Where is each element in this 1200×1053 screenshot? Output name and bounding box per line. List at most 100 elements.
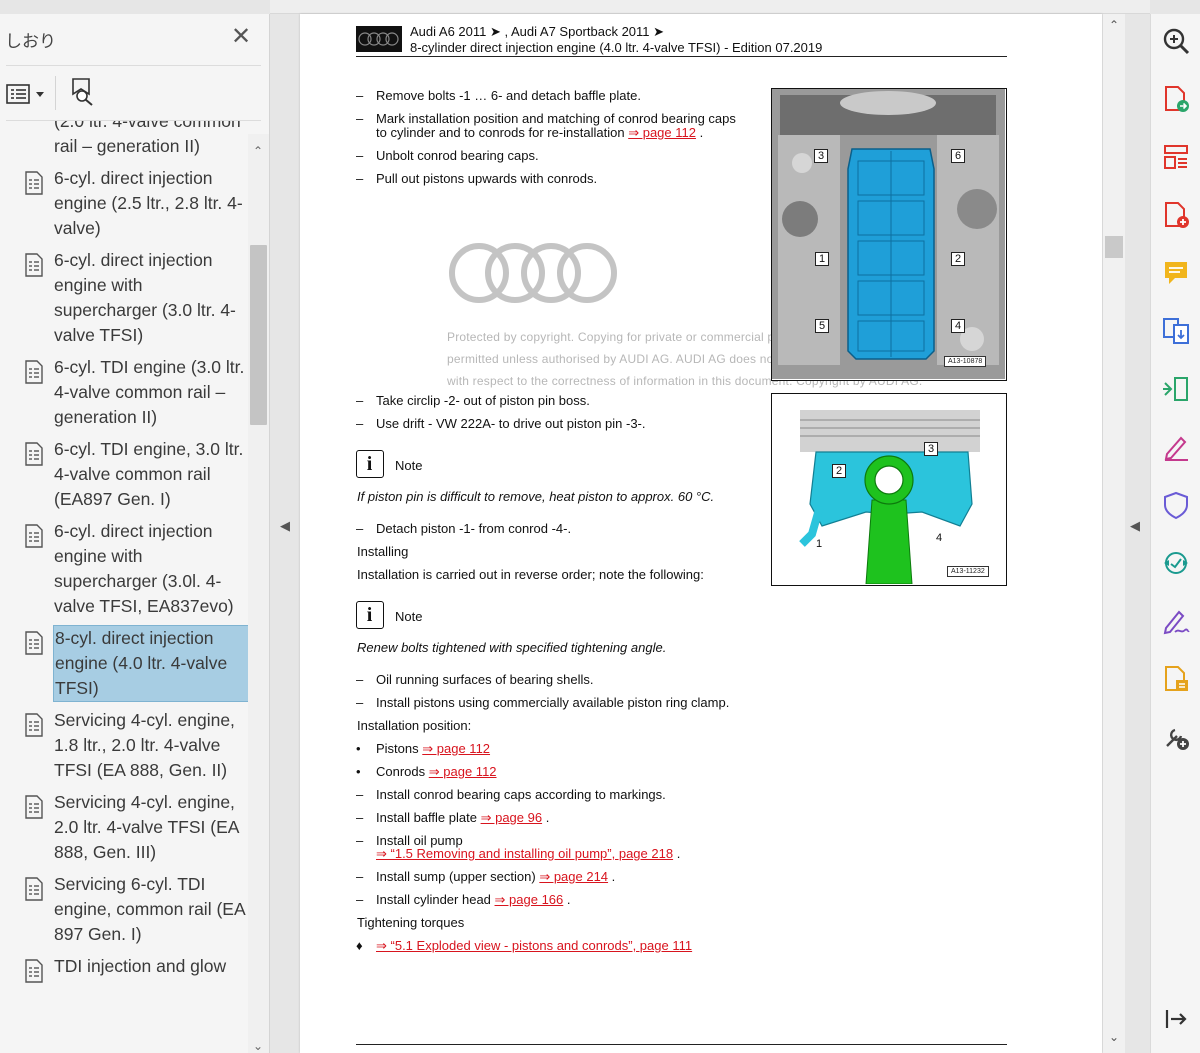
close-icon[interactable]: ✕ xyxy=(230,25,252,49)
bullet-line: • Conrods ⇒ page 112 xyxy=(356,764,497,779)
figure-callout: 3 xyxy=(924,442,938,456)
export-pdf-icon[interactable] xyxy=(1161,84,1191,114)
create-pdf-icon[interactable] xyxy=(1161,200,1191,230)
bookmark-item[interactable]: Servicing 4-cyl. engine, 1.8 ltr., 2.0 l… xyxy=(0,704,248,786)
bookmark-label: 6-cyl. direct injection engine with supe… xyxy=(54,521,234,616)
bookmark-item[interactable]: 6-cyl. direct injection engine with supe… xyxy=(0,515,248,622)
bookmark-page-icon xyxy=(24,253,44,277)
bookmark-item[interactable]: 6-cyl. TDI engine, 3.0 ltr. 4-valve comm… xyxy=(0,433,248,515)
scrollbar-thumb[interactable] xyxy=(250,245,267,425)
section-link[interactable]: ⇒ “5.1 Exploded view - pistons and conro… xyxy=(376,938,692,953)
audi-rings-icon xyxy=(358,32,399,46)
bookmarks-title: しおり xyxy=(5,32,56,51)
combine-files-icon[interactable] xyxy=(1161,316,1191,346)
compress-icon[interactable] xyxy=(1161,374,1191,404)
audi-logo xyxy=(356,26,402,52)
figure-callout: 3 xyxy=(814,149,828,163)
bookmark-page-icon xyxy=(24,795,44,819)
toolbar-strip xyxy=(270,0,1150,14)
step-line: – Install cylinder head ⇒ page 166 . xyxy=(356,892,571,907)
collapse-right-panel-icon[interactable]: ◀ xyxy=(1130,518,1140,534)
section-link[interactable]: ⇒ “1.5 Removing and installing oil pump”… xyxy=(376,846,673,861)
collapse-left-panel-icon[interactable]: ◀ xyxy=(280,518,290,534)
bookmark-item[interactable]: Servicing 4-cyl. engine, 2.0 ltr. 4-valv… xyxy=(0,786,248,868)
tools-rail xyxy=(1150,14,1200,1053)
page-link[interactable]: ⇒ page 112 xyxy=(628,125,696,140)
bookmark-label: 6-cyl. TDI engine, 3.0 ltr. 4-valve comm… xyxy=(54,439,244,509)
baffle-plate-figure: 3 6 1 2 5 4 A13-10878 xyxy=(771,88,1007,381)
bookmark-item[interactable]: 4-cylinder TDI engine (2.0 ltr. 4-valve … xyxy=(0,121,248,162)
divider xyxy=(6,65,261,66)
page-link[interactable]: ⇒ page 112 xyxy=(429,764,497,779)
page-link[interactable]: ⇒ page 214 xyxy=(539,869,608,884)
info-note-icon: i xyxy=(356,450,384,478)
scroll-down-icon[interactable]: ⌄ xyxy=(1109,1030,1119,1044)
bookmark-item[interactable]: TDI injection and glow xyxy=(0,950,248,983)
list-options-icon xyxy=(6,84,44,104)
figure-callout: 1 xyxy=(815,252,829,266)
footer-rule xyxy=(356,1044,1007,1045)
zoom-icon[interactable] xyxy=(1161,26,1191,56)
figure-code: A13-11232 xyxy=(947,566,989,577)
bookmark-item[interactable]: Servicing 6-cyl. TDI engine, common rail… xyxy=(0,868,248,950)
copyright-watermark-text: Protected by copyright. Copying for priv… xyxy=(447,330,771,344)
send-for-review-icon[interactable] xyxy=(1161,548,1191,578)
figure-callout: 4 xyxy=(935,532,943,544)
bookmarks-scrollbar[interactable]: ⌃ ⌄ xyxy=(248,134,269,1053)
organize-pages-icon[interactable] xyxy=(1161,142,1191,172)
scroll-up-icon[interactable]: ⌃ xyxy=(1109,18,1119,32)
bookmark-page-icon xyxy=(24,171,44,195)
scroll-up-icon[interactable]: ⌃ xyxy=(253,144,263,158)
protect-icon[interactable] xyxy=(1161,490,1191,520)
bookmark-label: 6-cyl. TDI engine (3.0 ltr. 4-valve comm… xyxy=(54,357,245,427)
bookmark-item[interactable]: 6-cyl. direct injection engine with supe… xyxy=(0,244,248,351)
audi-rings-watermark-icon xyxy=(449,243,617,303)
step-line: – Detach piston -1- from conrod -4-. xyxy=(356,521,572,536)
scroll-down-icon[interactable]: ⌄ xyxy=(253,1039,263,1053)
bookmark-page-icon xyxy=(24,631,44,655)
bookmark-page-icon xyxy=(24,360,44,384)
step-line-continued: ⇒ “1.5 Removing and installing oil pump”… xyxy=(376,846,681,861)
note-label: Note xyxy=(395,458,423,473)
bookmark-page-icon xyxy=(24,524,44,548)
info-note-icon: i xyxy=(356,601,384,629)
engine-block-illustration xyxy=(772,89,1005,379)
paragraph: Installation is carried out in reverse o… xyxy=(357,567,704,582)
step-line: – Install pistons using commercially avai… xyxy=(356,695,730,710)
bookmark-page-icon xyxy=(24,442,44,466)
exit-panel-icon[interactable] xyxy=(1161,1004,1191,1034)
bookmark-item[interactable]: 6-cyl. direct injection engine (2.5 ltr.… xyxy=(0,162,248,244)
scrollbar-thumb[interactable] xyxy=(1105,236,1123,258)
bookmark-page-icon xyxy=(24,959,44,983)
page-link[interactable]: ⇒ page 96 xyxy=(481,810,543,825)
section-heading: Tightening torques xyxy=(357,915,465,930)
figure-callout: 4 xyxy=(951,319,965,333)
bookmark-page-icon xyxy=(24,713,44,737)
comment-icon[interactable] xyxy=(1161,258,1191,288)
piston-figure: 3 2 1 4 A13-11232 xyxy=(771,393,1007,586)
section-heading: Installing xyxy=(357,544,409,559)
request-signature-icon[interactable] xyxy=(1161,606,1191,636)
bookmarks-list-viewport: 4-valve TFSI – generation III)4-cylinder… xyxy=(0,121,248,1053)
document-scrollbar[interactable]: ⌃ ⌄ xyxy=(1103,14,1125,1053)
step-line: – Mark installation position and matching… xyxy=(356,111,736,126)
find-current-bookmark-button[interactable] xyxy=(70,77,98,107)
step-line: – Remove bolts -1 … 6- and detach baffle … xyxy=(356,88,641,103)
bookmark-label: Servicing 6-cyl. TDI engine, common rail… xyxy=(54,874,245,944)
step-line-continued: to cylinder and to conrods for re-instal… xyxy=(376,125,704,140)
bookmark-label: 6-cyl. direct injection engine (2.5 ltr.… xyxy=(54,168,243,238)
step-line: – Pull out pistons upwards with conrods. xyxy=(356,171,598,186)
bookmark-item[interactable]: 8-cyl. direct injection engine (4.0 ltr.… xyxy=(0,622,248,704)
page-link[interactable]: ⇒ page 112 xyxy=(422,741,490,756)
piston-conrod-illustration xyxy=(799,410,980,584)
bookmark-item[interactable]: 6-cyl. TDI engine (3.0 ltr. 4-valve comm… xyxy=(0,351,248,433)
bookmark-label: Servicing 4-cyl. engine, 2.0 ltr. 4-valv… xyxy=(54,792,239,862)
page-link[interactable]: ⇒ page 166 xyxy=(495,892,564,907)
more-tools-icon[interactable] xyxy=(1161,722,1191,752)
reference-line: ♦ ⇒ “5.1 Exploded view - pistons and conr… xyxy=(356,938,693,953)
copyright-watermark-text: permitted unless authorised by AUDI AG. … xyxy=(447,352,771,366)
fill-sign-icon[interactable] xyxy=(1161,432,1191,462)
options-menu-button[interactable] xyxy=(6,82,48,106)
document-page: Audi A6 2011 ➤ , Audi A7 Sportback 2011 … xyxy=(300,14,1102,1053)
edit-pdf-icon[interactable] xyxy=(1161,664,1191,694)
